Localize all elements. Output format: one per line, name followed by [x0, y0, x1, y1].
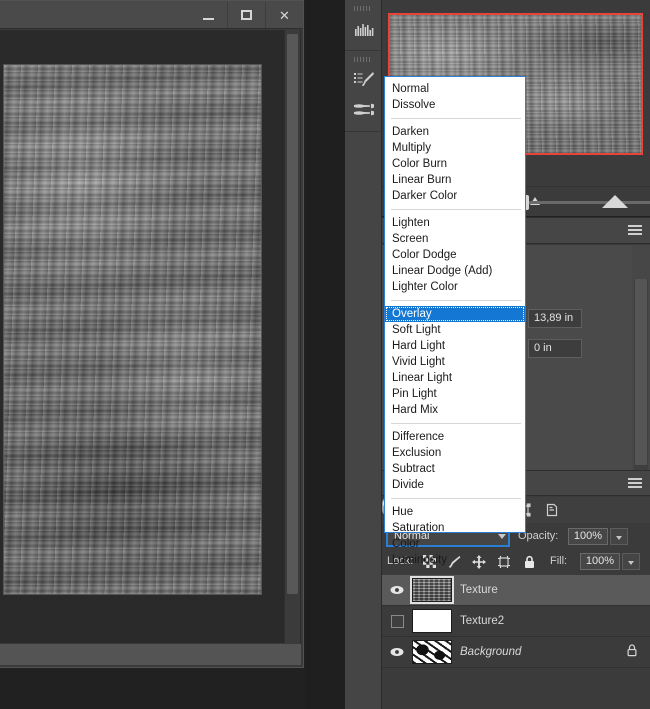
blend-mode-option[interactable]: Linear Light — [385, 370, 525, 386]
layer-lock-icon — [626, 643, 638, 662]
blend-mode-option[interactable]: Color — [385, 536, 525, 552]
zoom-slider-track[interactable] — [524, 201, 650, 204]
height-field[interactable]: 13,89 in — [528, 309, 582, 328]
brush-settings-icon[interactable] — [345, 95, 382, 125]
opacity-chevron-down-icon[interactable] — [610, 528, 628, 545]
filter-smart-object-icon[interactable] — [542, 501, 562, 519]
opacity-field[interactable]: 100% — [568, 528, 608, 545]
document-statusbar — [0, 643, 301, 665]
panel-menu-icon[interactable] — [628, 478, 642, 489]
maximize-button[interactable] — [227, 2, 265, 28]
layer-row[interactable]: Texture2 — [382, 606, 650, 637]
panel-grip[interactable] — [354, 6, 372, 11]
document-titlebar: ✕ — [0, 1, 303, 29]
properties-scrollbar[interactable] — [634, 279, 648, 479]
blend-mode-option[interactable]: Normal — [385, 81, 525, 97]
layer-thumbnail[interactable] — [412, 640, 452, 664]
canvas-area[interactable] — [0, 30, 284, 643]
rail-group-brushes — [345, 51, 381, 132]
blend-mode-option[interactable]: Linear Dodge (Add) — [385, 263, 525, 279]
dropdown-separator — [391, 209, 521, 210]
dropdown-separator — [391, 118, 521, 119]
blend-mode-option[interactable]: Dissolve — [385, 97, 525, 113]
layer-name[interactable]: Background — [460, 646, 626, 658]
blend-mode-option[interactable]: Color Burn — [385, 156, 525, 172]
blend-mode-option[interactable]: Saturation — [385, 520, 525, 536]
blend-mode-dropdown[interactable]: Normal Dissolve Darken Multiply Color Burn Li… — [384, 76, 526, 566]
blend-mode-option[interactable]: Color Dodge — [385, 247, 525, 263]
blend-mode-option[interactable]: Vivid Light — [385, 354, 525, 370]
rail-group-histogram — [345, 0, 381, 51]
layer-row[interactable]: Texture — [382, 575, 650, 606]
blend-mode-option[interactable]: Luminosity — [385, 552, 525, 568]
document-window: ✕ — [0, 0, 304, 668]
fill-label: Fill: — [550, 555, 568, 567]
panel-grip[interactable] — [354, 57, 372, 62]
blend-mode-option[interactable]: Exclusion — [385, 445, 525, 461]
offset-field[interactable]: 0 in — [528, 339, 582, 358]
layer-visibility-off-icon[interactable] — [382, 614, 412, 628]
brush-presets-icon[interactable] — [345, 65, 382, 95]
blend-mode-option[interactable]: Linear Burn — [385, 172, 525, 188]
dropdown-separator — [391, 300, 521, 301]
layer-visibility-eye-icon[interactable] — [382, 647, 412, 657]
blend-mode-option[interactable]: Divide — [385, 477, 525, 493]
layer-list: Texture Texture2 Background — [382, 575, 650, 709]
blend-mode-option[interactable]: Hue — [385, 504, 525, 520]
blend-mode-option[interactable]: Darken — [385, 124, 525, 140]
histogram-icon[interactable] — [345, 14, 382, 44]
blend-mode-option[interactable]: Screen — [385, 231, 525, 247]
document-body — [0, 30, 301, 665]
panel-menu-icon[interactable] — [628, 225, 642, 236]
photoshop-window: ✕ 13,89 in 0 in Normal Opacity: 100% Loc… — [0, 0, 650, 709]
blend-mode-option[interactable]: Difference — [385, 429, 525, 445]
blend-mode-option[interactable]: Hard Mix — [385, 402, 525, 418]
layer-row[interactable]: Background — [382, 637, 650, 668]
layer-visibility-empty-box[interactable] — [390, 614, 404, 628]
blend-mode-option[interactable]: Darker Color — [385, 188, 525, 204]
panel-icon-rail — [345, 0, 382, 709]
layer-thumbnail[interactable] — [412, 578, 452, 602]
fill-chevron-down-icon[interactable] — [622, 553, 640, 570]
canvas-image — [3, 64, 262, 595]
blend-mode-option[interactable]: Multiply — [385, 140, 525, 156]
blend-mode-option[interactable]: Pin Light — [385, 386, 525, 402]
workspace-gutter — [305, 0, 345, 709]
blend-mode-option[interactable]: Soft Light — [385, 322, 525, 338]
layer-name[interactable]: Texture — [460, 584, 650, 596]
layer-thumbnail[interactable] — [412, 609, 452, 633]
blend-mode-option[interactable]: Lighter Color — [385, 279, 525, 295]
zoom-in-icon[interactable] — [602, 195, 628, 208]
scrollbar-thumb[interactable] — [635, 279, 647, 465]
blend-mode-option[interactable]: Hard Light — [385, 338, 525, 354]
blend-mode-option[interactable]: Lighten — [385, 215, 525, 231]
blend-mode-option[interactable]: Overlay — [385, 306, 525, 322]
minimize-button[interactable] — [189, 2, 227, 28]
close-button[interactable]: ✕ — [265, 2, 303, 28]
layer-visibility-eye-icon[interactable] — [382, 585, 412, 595]
fill-field[interactable]: 100% — [580, 553, 620, 570]
blend-mode-option[interactable]: Subtract — [385, 461, 525, 477]
layer-name[interactable]: Texture2 — [460, 615, 650, 627]
document-vertical-scrollbar[interactable] — [284, 30, 300, 643]
dropdown-separator — [391, 498, 521, 499]
dropdown-separator — [391, 423, 521, 424]
scrollbar-thumb[interactable] — [287, 34, 298, 594]
